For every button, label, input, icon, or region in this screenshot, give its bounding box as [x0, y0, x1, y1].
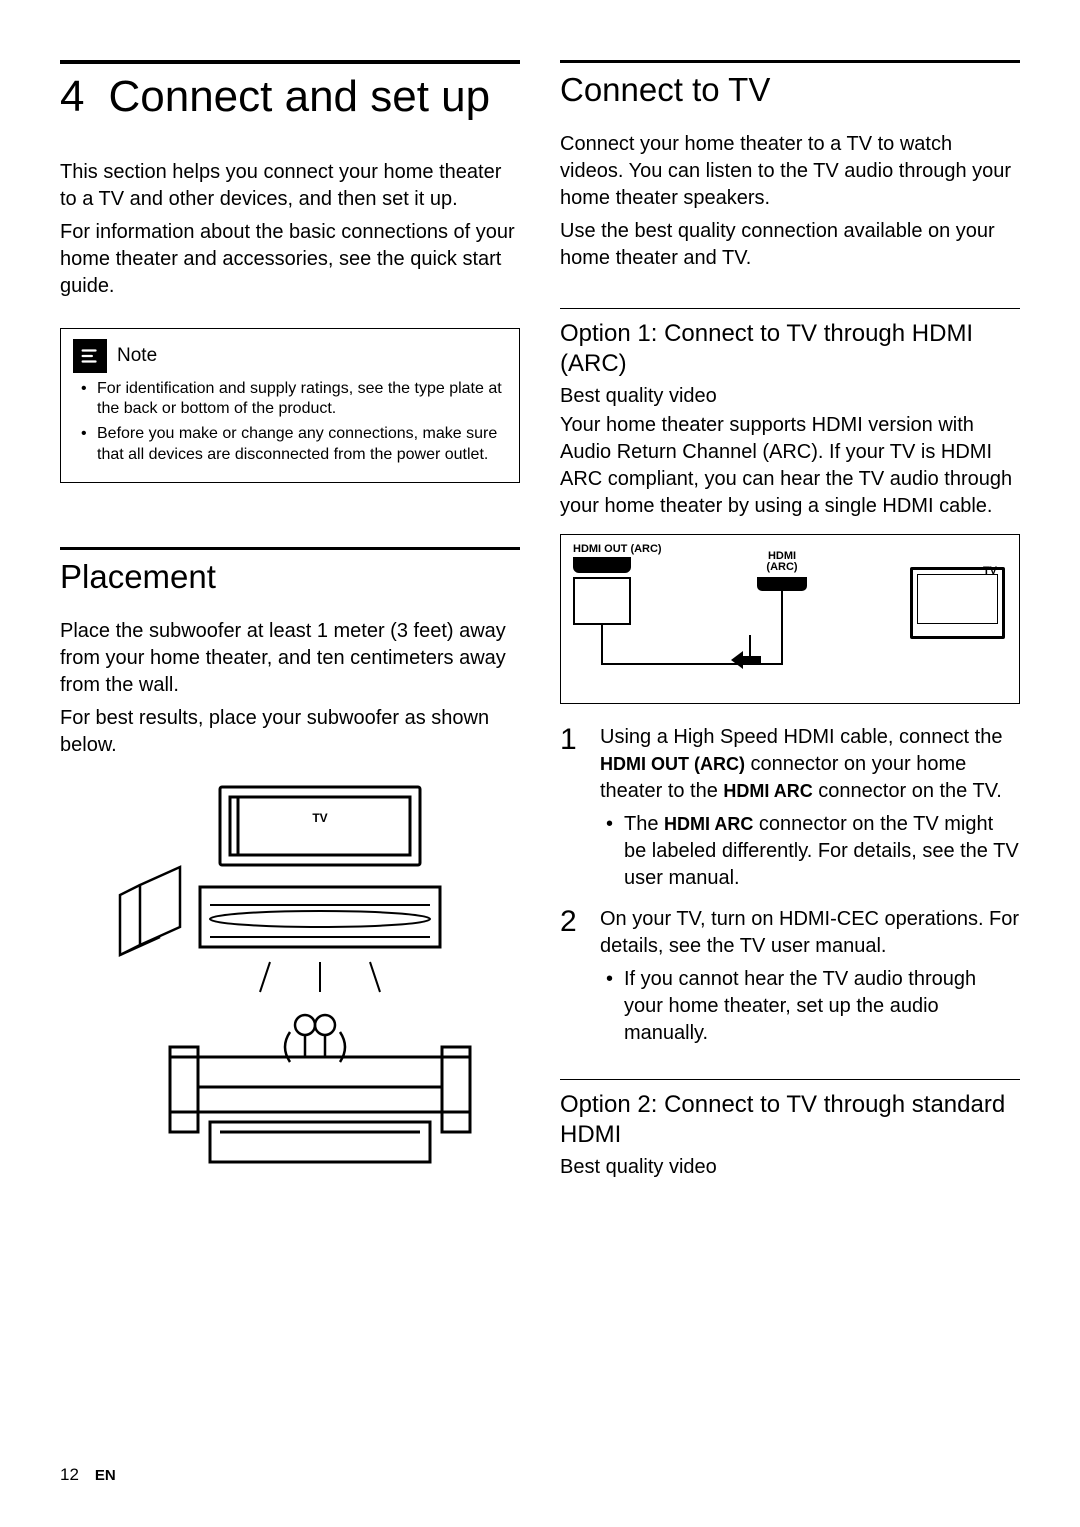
- placement-heading: Placement: [60, 558, 520, 596]
- option1-sub: Best quality video: [560, 385, 1020, 408]
- intro-paragraph-1: This section helps you connect your home…: [60, 159, 520, 213]
- note-box: Note For identification and supply ratin…: [60, 328, 520, 483]
- step-1-bullet: The HDMI ARC connector on the TV might b…: [600, 811, 1020, 892]
- section-rule: [60, 547, 520, 550]
- note-icon: [73, 339, 107, 373]
- note-item: For identification and supply ratings, s…: [97, 379, 507, 421]
- hdmi-arc-label: HDMI (ARC): [757, 551, 807, 573]
- note-title: Note: [117, 345, 157, 367]
- option2-sub: Best quality video: [560, 1156, 1020, 1179]
- tv-label: TV: [983, 565, 997, 577]
- step-2-bullet: If you cannot hear the TV audio through …: [600, 966, 1020, 1047]
- chapter-rule: [60, 60, 520, 64]
- hdmi-arc-diagram: HDMI OUT (ARC) HDMI (ARC) TV: [560, 534, 1020, 704]
- placement-tv-label: TV: [312, 811, 327, 825]
- page-footer: 12 EN: [60, 1465, 116, 1485]
- page-number: 12: [60, 1465, 79, 1485]
- intro-paragraph-2: For information about the basic connecti…: [60, 219, 520, 300]
- hdmi-out-label: HDMI OUT (ARC): [573, 543, 662, 555]
- connect-tv-p1: Connect your home theater to a TV to wat…: [560, 131, 1020, 212]
- step-2: 2 On your TV, turn on HDMI-CEC operation…: [560, 906, 1020, 1047]
- subsection-rule: [560, 308, 1020, 309]
- page-lang: EN: [95, 1467, 116, 1484]
- placement-p2: For best results, place your subwoofer a…: [60, 705, 520, 759]
- option1-desc: Your home theater supports HDMI version …: [560, 412, 1020, 520]
- subsection-rule: [560, 1079, 1020, 1080]
- step-1: 1 Using a High Speed HDMI cable, connect…: [560, 724, 1020, 892]
- step-number: 2: [560, 902, 577, 943]
- placement-p1: Place the subwoofer at least 1 meter (3 …: [60, 618, 520, 699]
- chapter-number: 4: [60, 72, 84, 123]
- chapter-title: 4 Connect and set up: [60, 72, 520, 123]
- option1-heading: Option 1: Connect to TV through HDMI (AR…: [560, 319, 1020, 379]
- placement-diagram: TV: [60, 777, 520, 1197]
- option2-heading: Option 2: Connect to TV through standard…: [560, 1090, 1020, 1150]
- section-rule: [560, 60, 1020, 63]
- arrow-icon: [731, 651, 761, 669]
- chapter-title-text: Connect and set up: [108, 72, 520, 123]
- connect-tv-p2: Use the best quality connection availabl…: [560, 218, 1020, 272]
- step-number: 1: [560, 720, 577, 761]
- note-item: Before you make or change any connection…: [97, 424, 507, 466]
- connect-tv-heading: Connect to TV: [560, 71, 1020, 109]
